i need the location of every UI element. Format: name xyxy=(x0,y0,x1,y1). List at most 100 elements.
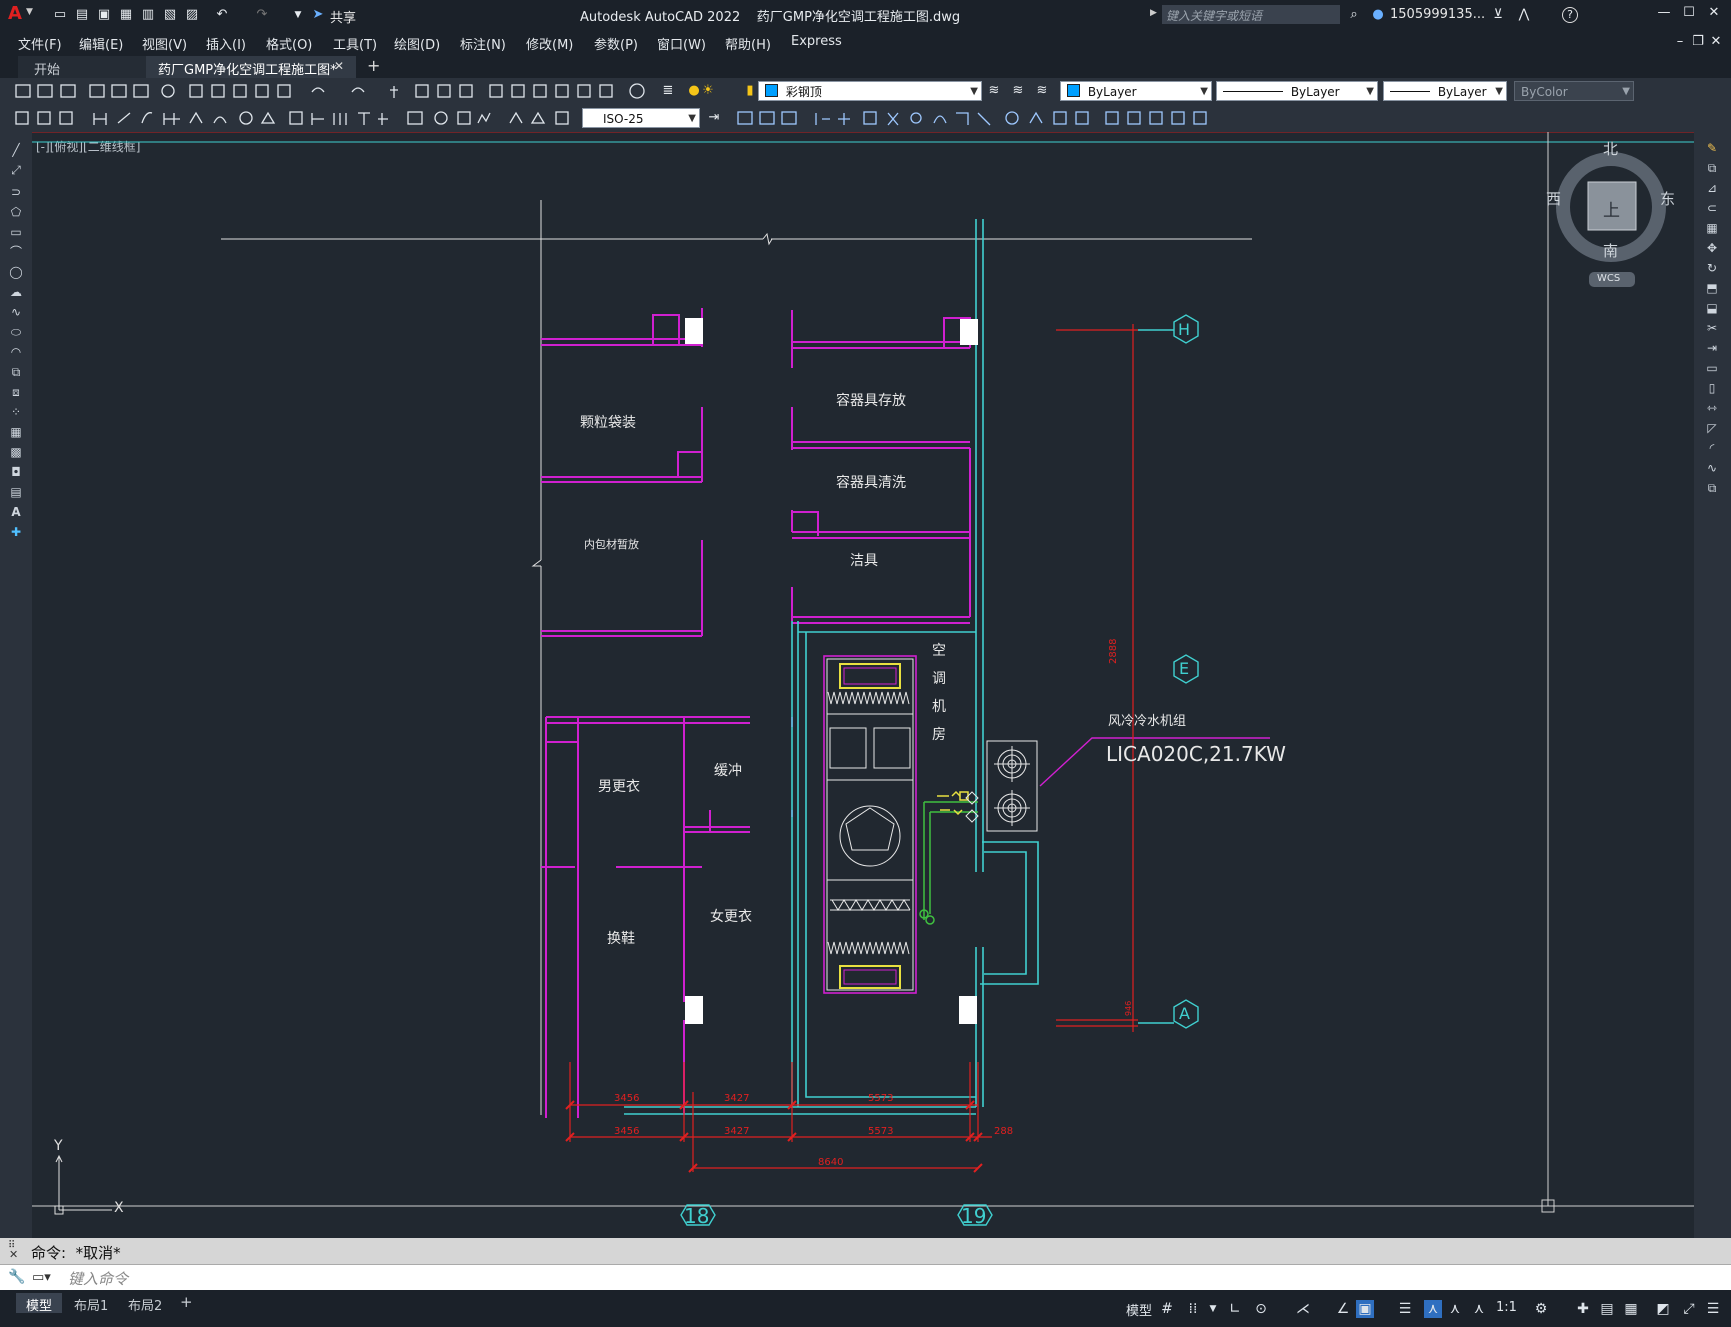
annotation-monitor-icon[interactable]: ✚ xyxy=(1574,1300,1592,1318)
hatch-tool-icon[interactable]: ▦ xyxy=(8,424,24,440)
plotstyle-select[interactable]: ByColor ▼ xyxy=(1514,81,1634,101)
recent-commands-icon[interactable]: ▭▾ xyxy=(32,1270,51,1285)
lineweight-display-icon[interactable]: ☰ xyxy=(1396,1300,1414,1318)
layout-tab-model[interactable]: 模型 xyxy=(16,1293,62,1314)
table-tool-icon[interactable]: ▤ xyxy=(8,484,24,500)
fillet-tool-icon[interactable]: ◜ xyxy=(1704,440,1720,456)
menu-express[interactable]: Express xyxy=(791,34,842,49)
point-tool-icon[interactable]: ⁘ xyxy=(8,404,24,420)
wcs-menu-button[interactable]: WCS xyxy=(1589,272,1635,287)
user-name[interactable]: 1505999135... xyxy=(1390,7,1485,22)
tab-start[interactable]: 开始 xyxy=(18,56,146,78)
menu-window[interactable]: 窗口(W) xyxy=(657,34,706,53)
polyline-tool-icon[interactable]: ⊃ xyxy=(8,184,24,200)
customization-menu-icon[interactable]: ☰ xyxy=(1704,1300,1722,1318)
dim-update-icon[interactable]: ⇥ xyxy=(706,110,722,126)
doc-minimize-icon[interactable]: – xyxy=(1672,34,1688,50)
minimize-icon[interactable]: — xyxy=(1656,5,1672,21)
layout-tab-2[interactable]: 布局2 xyxy=(128,1295,162,1314)
rotate-tool-icon[interactable]: ↻ xyxy=(1704,260,1720,276)
layer-previous-icon[interactable]: ≋ xyxy=(1010,83,1026,99)
command-input[interactable]: 键入命令 xyxy=(64,1267,1714,1289)
layer-properties-icon[interactable]: ≣ xyxy=(660,83,676,99)
gradient-tool-icon[interactable]: ▩ xyxy=(8,444,24,460)
model-space-button[interactable]: 模型 xyxy=(1126,1300,1152,1319)
layer-select[interactable]: 彩钢顶 ▼ xyxy=(758,81,982,101)
isolate-objects-icon[interactable]: ◩ xyxy=(1654,1300,1672,1318)
break-point-icon[interactable]: ▭ xyxy=(1704,360,1720,376)
annotation-scale-value[interactable]: 1:1 xyxy=(1496,1300,1517,1315)
layer-match-icon[interactable]: ≋ xyxy=(1034,83,1050,99)
snap-dropdown-icon[interactable]: ▼ xyxy=(1204,1300,1222,1318)
insert-block-icon[interactable]: ⧉ xyxy=(8,364,24,380)
region-tool-icon[interactable]: ◘ xyxy=(8,464,24,480)
cart-icon[interactable]: ⊻ xyxy=(1490,7,1506,23)
erase-tool-icon[interactable]: ✎ xyxy=(1704,140,1720,156)
isodraft-icon[interactable]: ⋌ xyxy=(1294,1300,1312,1318)
ellipse-tool-icon[interactable]: ⬭ xyxy=(8,324,24,340)
dimstyle-select[interactable]: ISO-25 ▼ xyxy=(582,108,700,128)
app-menu-chevron-icon[interactable]: ▼ xyxy=(26,7,33,17)
qat-dropdown-icon[interactable]: ▼ xyxy=(290,7,306,23)
menu-file[interactable]: 文件(F) xyxy=(18,34,62,53)
make-current-layer-icon[interactable]: ≋ xyxy=(986,83,1002,99)
tab-close-icon[interactable]: ✕ xyxy=(334,59,344,73)
save-icon[interactable]: ▣ xyxy=(96,7,112,23)
join-tool-icon[interactable]: ⇿ xyxy=(1704,400,1720,416)
new-tab-button[interactable]: + xyxy=(367,56,380,75)
units-icon[interactable]: ▤ xyxy=(1598,1300,1616,1318)
grid-icon[interactable]: # xyxy=(1158,1300,1176,1318)
construction-line-icon[interactable]: ⤢ xyxy=(8,162,24,178)
revcloud-tool-icon[interactable]: ☁ xyxy=(8,284,24,300)
annotation-scale-icon[interactable]: ⋏ xyxy=(1470,1300,1488,1318)
make-block-icon[interactable]: ⧈ xyxy=(8,384,24,400)
circle-tool-icon[interactable]: ◯ xyxy=(8,264,24,280)
stretch-tool-icon[interactable]: ⬓ xyxy=(1704,300,1720,316)
drawing-canvas[interactable]: [-][俯视][二维线框] 北 南 东 西 上 WCS 颗粒袋装 容器具存放 容… xyxy=(32,132,1694,1238)
menu-tools[interactable]: 工具(T) xyxy=(333,34,377,53)
snap-icon[interactable]: ⁞⁞ xyxy=(1184,1300,1202,1318)
autodesk-app-icon[interactable]: ⋀ xyxy=(1516,7,1532,23)
menu-help[interactable]: 帮助(H) xyxy=(725,34,771,53)
redo-icon[interactable]: ↷ xyxy=(254,7,270,23)
auto-scale-icon[interactable]: ⋏ xyxy=(1446,1300,1464,1318)
polygon-tool-icon[interactable]: ⬠ xyxy=(8,204,24,220)
menu-draw[interactable]: 绘图(D) xyxy=(394,34,440,53)
move-tool-icon[interactable]: ✥ xyxy=(1704,240,1720,256)
doc-restore-icon[interactable]: ❐ xyxy=(1690,34,1706,50)
save-as-icon[interactable]: ▦ xyxy=(118,7,134,23)
search-input[interactable]: 键入关键字或短语 xyxy=(1162,5,1340,24)
user-icon[interactable]: ● xyxy=(1370,7,1386,23)
fullscreen-icon[interactable]: ⤢ xyxy=(1680,1300,1698,1318)
quick-properties-icon[interactable]: ▦ xyxy=(1622,1300,1640,1318)
add-layout-button[interactable]: + xyxy=(180,1293,193,1311)
blend-tool-icon[interactable]: ∿ xyxy=(1704,460,1720,476)
menu-modify[interactable]: 修改(M) xyxy=(526,34,573,53)
undo-icon[interactable]: ↶ xyxy=(214,7,230,23)
polar-icon[interactable]: ⊙ xyxy=(1252,1300,1270,1318)
plot-icon[interactable]: ▨ xyxy=(184,7,200,23)
layout-tab-1[interactable]: 布局1 xyxy=(74,1295,108,1314)
array-tool-icon[interactable]: ▦ xyxy=(1704,220,1720,236)
viewcube-north[interactable]: 北 xyxy=(1603,138,1618,159)
layer-freeze-icon[interactable]: ☀ xyxy=(700,83,716,99)
explode-tool-icon[interactable]: ⧉ xyxy=(1704,480,1720,496)
save-web-icon[interactable]: ▧ xyxy=(162,7,178,23)
chamfer-tool-icon[interactable]: ◸ xyxy=(1704,420,1720,436)
ortho-icon[interactable]: ∟ xyxy=(1226,1300,1244,1318)
trim-tool-icon[interactable]: ✂ xyxy=(1704,320,1720,336)
lineweight-select[interactable]: ByLayer ▼ xyxy=(1383,81,1507,101)
workspace-gear-icon[interactable]: ⚙ xyxy=(1532,1300,1550,1318)
menu-dimension[interactable]: 标注(N) xyxy=(460,34,506,53)
annotation-visibility-icon[interactable]: ⋏ xyxy=(1424,1300,1442,1318)
menu-parametric[interactable]: 参数(P) xyxy=(594,34,638,53)
viewcube-east[interactable]: 东 xyxy=(1660,188,1675,209)
share-button[interactable]: 共享 xyxy=(330,7,356,26)
menu-format[interactable]: 格式(O) xyxy=(266,34,312,53)
tab-active-drawing[interactable]: 药厂GMP净化空调工程施工图* ✕ xyxy=(146,56,356,78)
help-icon[interactable]: ? xyxy=(1562,7,1578,23)
offset-tool-icon[interactable]: ⊂ xyxy=(1704,200,1720,216)
maximize-icon[interactable]: ☐ xyxy=(1681,5,1697,21)
scale-tool-icon[interactable]: ⬒ xyxy=(1704,280,1720,296)
line-tool-icon[interactable]: ╱ xyxy=(8,142,24,158)
